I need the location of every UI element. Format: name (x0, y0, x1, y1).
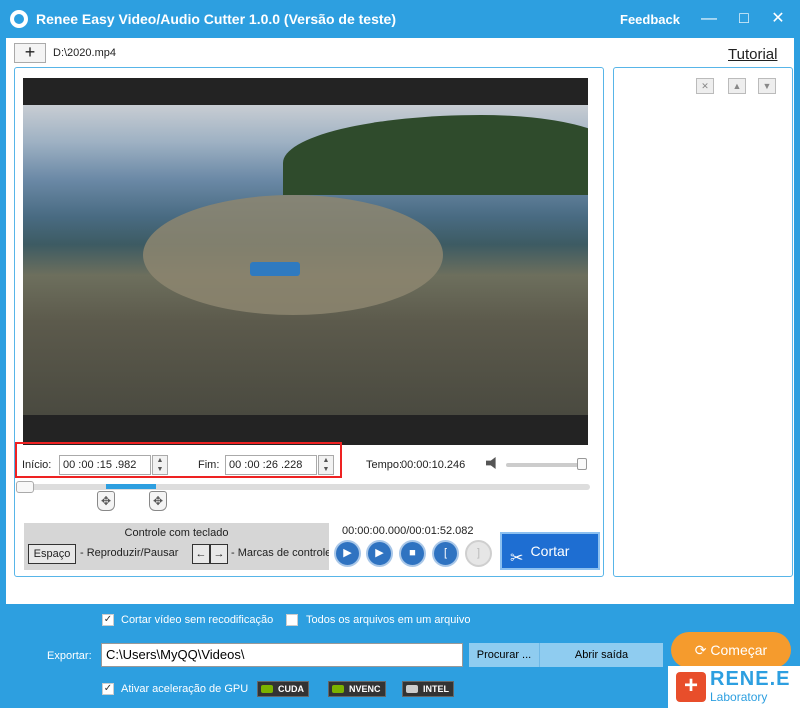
title-bar: Renee Easy Video/Audio Cutter 1.0.0 (Ver… (0, 0, 800, 38)
mark-end-button[interactable]: ] (465, 540, 492, 567)
end-marker-handle[interactable]: ✥ (149, 491, 167, 511)
browse-button[interactable]: Procurar ... (469, 643, 539, 667)
close-button[interactable]: ✕ (768, 9, 788, 29)
export-path-input[interactable]: C:\Users\MyQQ\Videos\ (101, 643, 463, 667)
logo-subtext: Laboratory (710, 690, 768, 704)
mark-start-button[interactable]: [ (432, 540, 459, 567)
duration-value: 00:00:10.246 (401, 459, 466, 471)
end-time-input[interactable]: 00 :00 :26 .228 (225, 455, 317, 475)
app-logo-icon (10, 10, 28, 28)
file-list-panel: ✕ ▲ ▼ (613, 67, 793, 577)
minimize-button[interactable]: — (699, 9, 719, 29)
selection-range (106, 484, 156, 489)
file-path: D:\2020.mp4 (53, 47, 116, 59)
end-time-stepper[interactable]: ▲ ▼ (318, 455, 334, 475)
cut-button-label: Cortar (530, 543, 570, 559)
delete-file-button[interactable]: ✕ (696, 78, 714, 94)
stop-button[interactable]: ■ (399, 540, 426, 567)
start-time-stepper[interactable]: ▲ ▼ (152, 455, 168, 475)
keyboard-help-title: Controle com teclado (124, 527, 229, 539)
volume-slider[interactable] (506, 463, 582, 467)
play-button[interactable]: ▶ (334, 540, 361, 567)
logo-text: RENE.E (710, 668, 791, 690)
keyboard-help-panel: Controle com teclado Espaço - Reproduzir… (24, 523, 329, 570)
cuda-badge: CUDA (257, 681, 309, 697)
video-sand (143, 195, 443, 315)
maximize-button[interactable]: □ (734, 9, 754, 29)
no-reencode-label: Cortar vídeo sem recodificação (121, 614, 274, 626)
merge-files-label: Todos os arquivos em um arquivo (306, 614, 471, 626)
duration-label: Tempo: (366, 459, 403, 471)
start-time-input[interactable]: 00 :00 :15 .982 (59, 455, 151, 475)
gpu-accel-checkbox[interactable]: ✓ (102, 683, 114, 695)
start-marker-handle[interactable]: ✥ (97, 491, 115, 511)
main-area: + D:\2020.mp4 Tutorial ✕ ▲ ▼ Início: 00 … (6, 38, 794, 604)
refresh-icon: ⟳ (694, 642, 707, 658)
arrow-left-key: ← (192, 544, 210, 564)
arrow-key-desc: - Marcas de controle (231, 547, 329, 559)
window-title: Renee Easy Video/Audio Cutter 1.0.0 (Ver… (36, 11, 396, 27)
move-up-button[interactable]: ▲ (728, 78, 746, 94)
feedback-link[interactable]: Feedback (620, 12, 680, 27)
video-frame (23, 105, 588, 415)
gpu-accel-label: Ativar aceleração de GPU (121, 683, 249, 695)
space-key: Espaço (28, 544, 76, 564)
space-key-desc: - Reproduzir/Pausar (80, 547, 179, 559)
start-label: Início: (22, 459, 52, 471)
move-down-button[interactable]: ▼ (758, 78, 776, 94)
rene-logo: + RENE.E Laboratory (668, 666, 800, 708)
end-label: Fim: (198, 459, 220, 471)
timecode: 00:00:00.000/00:01:52.082 (342, 525, 474, 537)
start-button-label: Começar (710, 642, 768, 658)
video-hill (283, 115, 588, 195)
open-output-button[interactable]: Abrir saída (539, 643, 663, 667)
add-file-button[interactable]: + (14, 43, 46, 63)
tutorial-link[interactable]: Tutorial (728, 46, 777, 63)
seek-bar[interactable] (18, 484, 590, 490)
video-preview[interactable] (23, 78, 588, 445)
volume-knob[interactable] (577, 458, 587, 470)
logo-cross-icon: + (676, 672, 706, 702)
arrow-right-key: → (210, 544, 228, 564)
merge-files-checkbox[interactable] (286, 614, 298, 626)
nvenc-badge: NVENC (328, 681, 386, 697)
video-boat (250, 262, 300, 276)
seek-knob[interactable] (16, 481, 34, 493)
start-button[interactable]: ⟳ Começar (671, 632, 791, 668)
no-reencode-checkbox[interactable]: ✓ (102, 614, 114, 626)
cut-button[interactable]: ✂ Cortar (500, 532, 600, 570)
scissors-icon: ✂ (510, 550, 524, 567)
export-label: Exportar: (47, 650, 92, 662)
intel-badge: INTEL (402, 681, 454, 697)
play-selection-button[interactable]: ▶ (366, 540, 393, 567)
